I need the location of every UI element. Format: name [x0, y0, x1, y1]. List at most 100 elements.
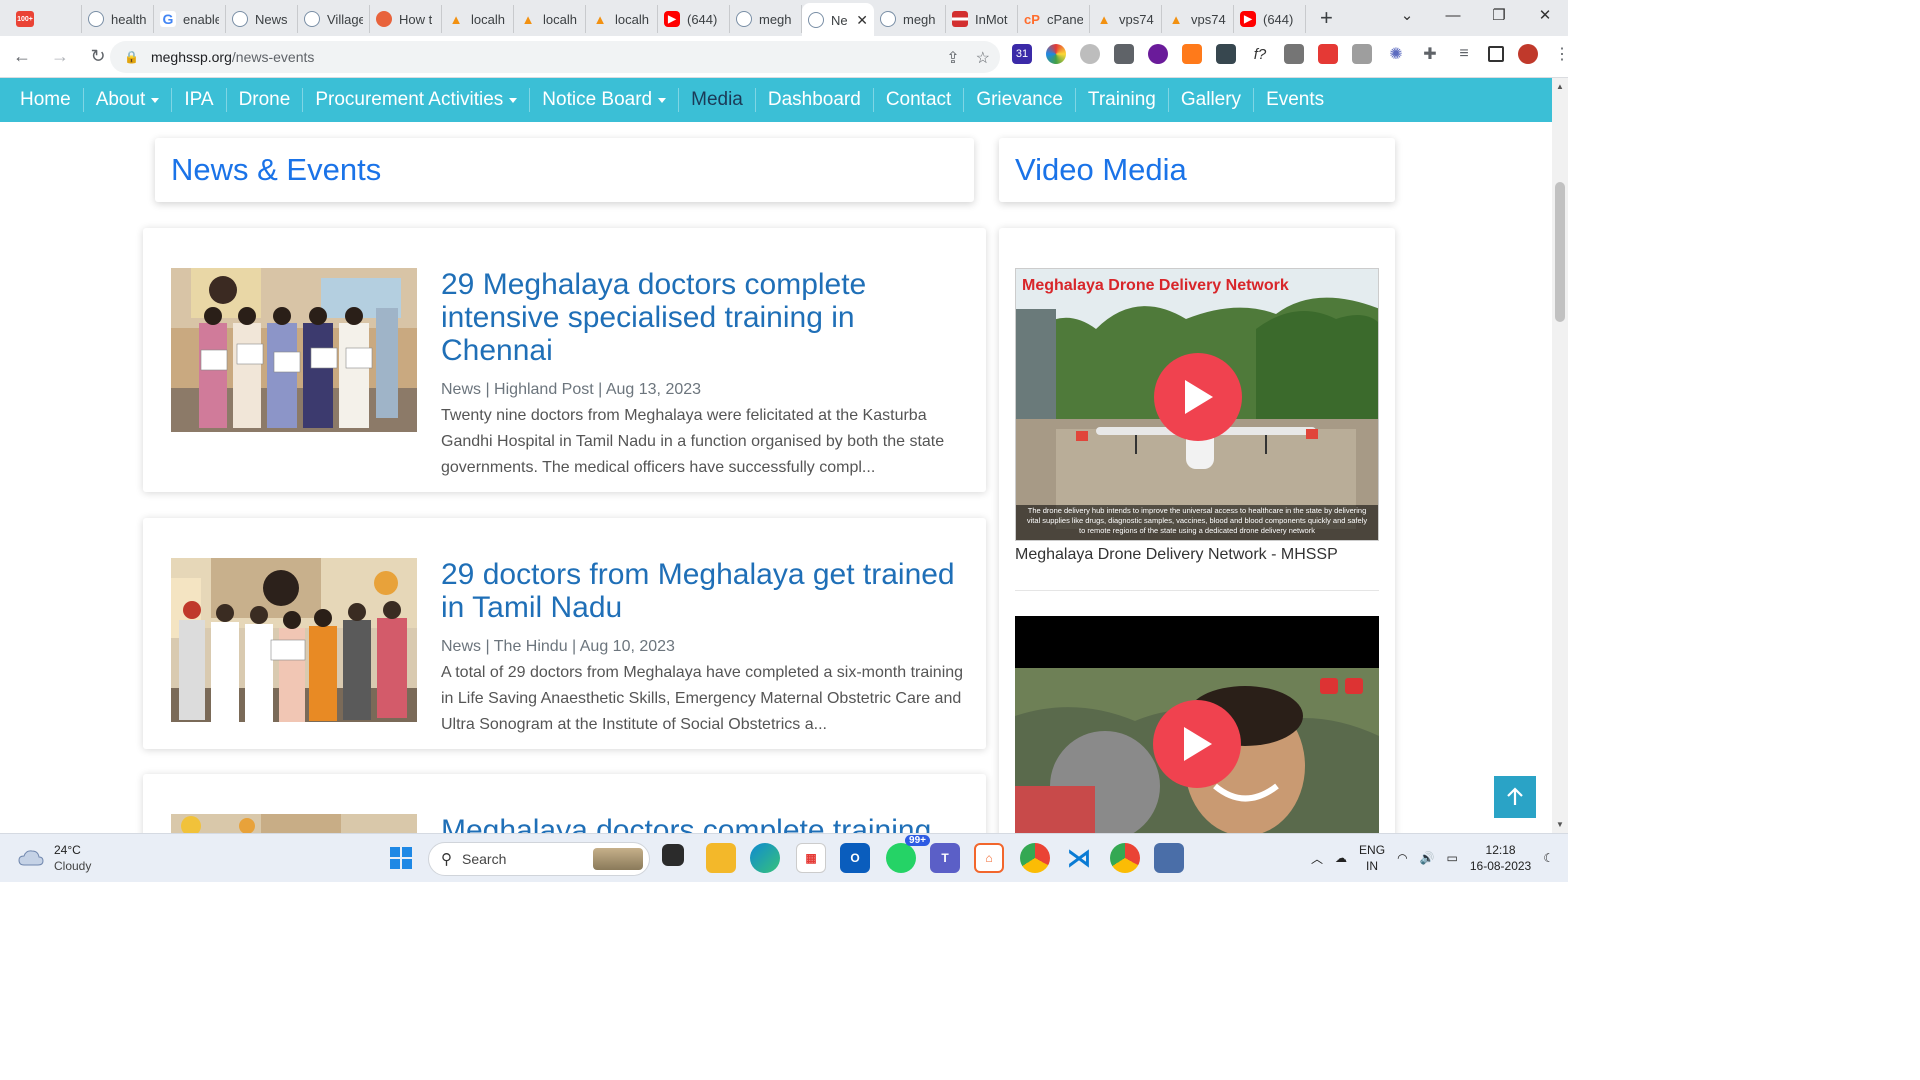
calendar-extension-icon[interactable]: 31	[1012, 44, 1032, 64]
windows-start-icon[interactable]	[386, 843, 416, 873]
edge-browser-icon[interactable]	[750, 843, 780, 873]
browser-tab[interactable]: Genable	[154, 5, 226, 33]
scrollbar-thumb[interactable]	[1555, 182, 1565, 322]
nav-item-events[interactable]: Events	[1254, 88, 1336, 112]
media-list-icon[interactable]: ≡	[1454, 44, 1474, 64]
video-thumbnail[interactable]: Meghalaya Drone Delivery Network The dro…	[1015, 268, 1379, 541]
grey-extension-icon[interactable]	[1080, 44, 1100, 64]
browser-tab[interactable]: ▲ vps74	[1090, 5, 1162, 33]
scroll-up-arrow-icon[interactable]: ▲	[1552, 82, 1568, 91]
chrome-profile-icon[interactable]	[1110, 843, 1140, 873]
pin-extension-icon[interactable]	[1114, 44, 1134, 64]
tab-title: News	[255, 11, 288, 27]
news-title-link[interactable]: 29 Meghalaya doctors complete intensive …	[441, 268, 964, 367]
tab-search-icon[interactable]: ⌄	[1384, 0, 1430, 32]
minimize-button[interactable]: —	[1430, 0, 1476, 32]
share-icon[interactable]: ⇪	[946, 48, 959, 68]
bookmark-star-icon[interactable]: ☆	[976, 48, 990, 68]
nav-item-procurement-activities[interactable]: Procurement Activities	[303, 88, 531, 112]
browser-tab[interactable]: News	[226, 5, 298, 33]
close-window-button[interactable]: ✕	[1522, 0, 1568, 32]
browser-tab[interactable]: Village	[298, 5, 370, 33]
play-button[interactable]	[1153, 700, 1241, 788]
nav-item-training[interactable]: Training	[1076, 88, 1169, 112]
back-to-top-button[interactable]	[1494, 776, 1536, 818]
nav-item-dashboard[interactable]: Dashboard	[756, 88, 874, 112]
taskbar-search[interactable]: ⚲ Search	[428, 842, 650, 876]
maximize-button[interactable]: ❐	[1476, 0, 1522, 32]
news-thumbnail[interactable]	[171, 268, 417, 432]
color-picker-extension-icon[interactable]	[1046, 44, 1066, 64]
forward-button[interactable]: →	[44, 46, 76, 67]
vscode-icon[interactable]: ⋊	[1064, 843, 1094, 873]
nav-item-grievance[interactable]: Grievance	[964, 88, 1076, 112]
nav-item-contact[interactable]: Contact	[874, 88, 965, 112]
nav-item-gallery[interactable]: Gallery	[1169, 88, 1255, 112]
browser-tab[interactable]: ▶ (644)	[1234, 5, 1306, 33]
news-thumbnail[interactable]	[171, 814, 417, 833]
address-bar[interactable]: 🔒 meghssp.org/news-events ⇪ ☆	[110, 41, 1000, 73]
onedrive-icon[interactable]: ☁	[1335, 851, 1347, 865]
browser-tab[interactable]: InMot	[946, 5, 1018, 33]
browser-tab[interactable]: health	[82, 5, 154, 33]
browser-tab[interactable]: How t	[370, 5, 442, 33]
language-indicator[interactable]: ENG IN	[1359, 842, 1385, 874]
show-hidden-icons-icon[interactable]: ︿	[1311, 850, 1323, 867]
gear-extension-icon[interactable]: ✺	[1386, 44, 1406, 64]
font-extension-icon[interactable]: f?	[1250, 44, 1270, 64]
browser-tab[interactable]: ▲ localh	[586, 5, 658, 33]
puzzle-extensions-icon[interactable]: ✚	[1420, 44, 1440, 64]
notifications-icon[interactable]: ☾	[1543, 851, 1554, 865]
wifi-icon[interactable]: ◠	[1397, 851, 1407, 865]
whatsapp-icon[interactable]: 99+	[886, 835, 930, 873]
document-extension-icon[interactable]	[1352, 44, 1372, 64]
browser-tab[interactable]: 100+	[10, 5, 82, 33]
postman-icon[interactable]: ⌂	[974, 843, 1004, 873]
outlook-icon[interactable]: O	[840, 843, 870, 873]
nav-item-drone[interactable]: Drone	[227, 88, 304, 112]
browser-tab[interactable]: ▲ localh	[514, 5, 586, 33]
nav-item-notice-board[interactable]: Notice Board	[530, 88, 680, 112]
chart-extension-icon[interactable]	[1182, 44, 1202, 64]
back-button[interactable]: ←	[6, 46, 38, 67]
play-button[interactable]	[1154, 353, 1242, 441]
teams-icon[interactable]: T	[930, 843, 960, 873]
side-panel-icon[interactable]	[1488, 46, 1504, 62]
file-explorer-icon[interactable]	[706, 843, 736, 873]
nav-item-ipa[interactable]: IPA	[172, 88, 227, 112]
volume-icon[interactable]: 🔊	[1420, 851, 1435, 865]
clock[interactable]: 12:18 16-08-2023	[1470, 842, 1531, 874]
nav-item-about[interactable]: About	[84, 88, 173, 112]
browser-tab[interactable]: ▲ localh	[442, 5, 514, 33]
remote-desktop-icon[interactable]	[1154, 843, 1184, 873]
news-title-link[interactable]: Meghalaya doctors complete training	[441, 814, 964, 833]
store-icon[interactable]: ▦	[796, 843, 826, 873]
browser-tab[interactable]: Ne ✕	[802, 3, 874, 37]
profile-avatar[interactable]	[1518, 44, 1538, 64]
video-thumbnail[interactable]	[1015, 616, 1379, 833]
video-title[interactable]: Meghalaya Drone Delivery Network - MHSSP	[1015, 546, 1338, 564]
new-tab-button[interactable]: +	[1320, 5, 1333, 31]
browser-tab[interactable]: cP cPane	[1018, 5, 1090, 33]
task-view-icon[interactable]	[662, 844, 684, 866]
record-extension-icon[interactable]	[1318, 44, 1338, 64]
browser-tab[interactable]: ▲ vps74	[1162, 5, 1234, 33]
scroll-down-arrow-icon[interactable]: ▼	[1552, 820, 1568, 829]
page-scrollbar[interactable]: ▲ ▼	[1552, 78, 1568, 833]
circle-extension-icon[interactable]	[1148, 44, 1168, 64]
close-tab-icon[interactable]: ✕	[856, 12, 868, 29]
nav-item-media[interactable]: Media	[679, 88, 756, 112]
browser-tab[interactable]: ▶ (644)	[658, 5, 730, 33]
chrome-icon[interactable]	[1020, 843, 1050, 873]
battery-icon[interactable]: ▭	[1447, 851, 1458, 865]
news-title-link[interactable]: 29 doctors from Meghalaya get trained in…	[441, 558, 964, 624]
browser-tab[interactable]: megh	[730, 5, 802, 33]
news-thumbnail[interactable]	[171, 558, 417, 722]
download-extension-icon[interactable]	[1216, 44, 1236, 64]
browser-tab[interactable]: megh	[874, 5, 946, 33]
lock-icon[interactable]: 🔒	[124, 50, 139, 64]
lock-extension-icon[interactable]	[1284, 44, 1304, 64]
nav-item-home[interactable]: Home	[8, 88, 84, 112]
weather-widget[interactable]: 24°C Cloudy	[18, 842, 91, 874]
more-menu-icon[interactable]: ⋮	[1552, 44, 1572, 64]
